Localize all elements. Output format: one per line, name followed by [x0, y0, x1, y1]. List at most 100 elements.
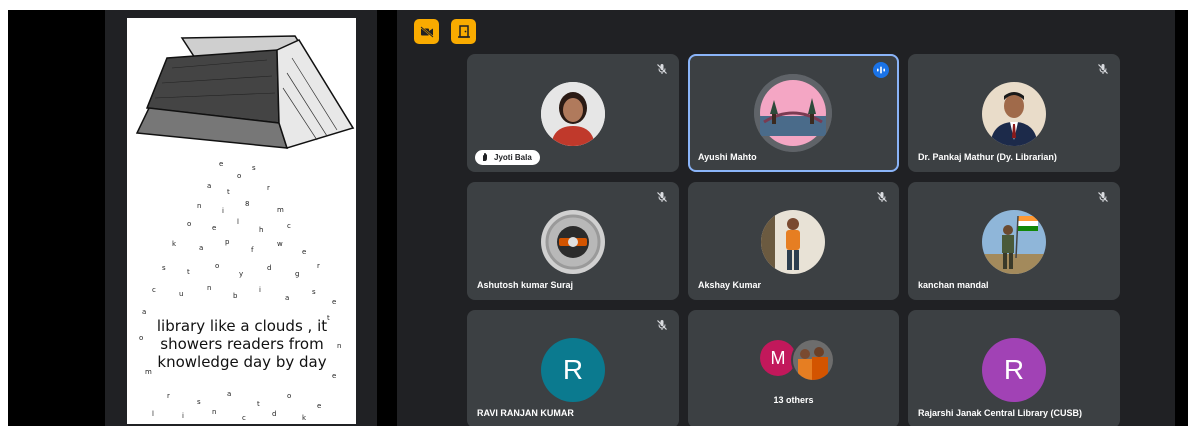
presentation-slide: eos atr ni8 moe lhc kap fwe sto ydg rcu … — [127, 18, 356, 424]
slide-caption-line: knowledge day by day — [157, 353, 327, 371]
photo-man-flag — [982, 210, 1046, 274]
svg-text:c: c — [242, 414, 246, 422]
svg-text:a: a — [285, 294, 289, 302]
svg-text:n: n — [197, 202, 201, 210]
participant-tile-jyoti-bala[interactable]: Jyoti Bala — [467, 54, 679, 172]
svg-text:a: a — [142, 308, 146, 316]
divider — [377, 10, 397, 426]
avatar: R — [982, 338, 1046, 402]
participant-tile-pankaj-mathur[interactable]: Dr. Pankaj Mathur (Dy. Librarian) — [908, 54, 1120, 172]
svg-text:s: s — [252, 164, 256, 172]
avatar — [982, 210, 1046, 274]
photo-man-orange — [761, 210, 825, 274]
svg-text:s: s — [197, 398, 201, 406]
participant-name: Dr. Pankaj Mathur (Dy. Librarian) — [918, 152, 1057, 162]
door-exit-icon — [457, 25, 470, 38]
exit-button[interactable] — [451, 19, 476, 44]
svg-text:c: c — [152, 286, 156, 294]
svg-text:y: y — [239, 270, 243, 278]
svg-text:h: h — [259, 226, 263, 234]
participant-name: Ashutosh kumar Suraj — [477, 280, 574, 290]
svg-text:d: d — [272, 410, 276, 418]
camera-off-button[interactable] — [414, 19, 439, 44]
photo-woman — [541, 82, 605, 146]
svg-text:l: l — [237, 218, 239, 226]
mic-off-icon — [1098, 64, 1108, 74]
svg-text:u: u — [179, 290, 183, 298]
video-off-icon — [419, 25, 434, 38]
participant-name-pill: Jyoti Bala — [475, 150, 540, 165]
svg-text:i: i — [182, 412, 184, 420]
svg-text:a: a — [227, 390, 231, 398]
slide-caption-line: library like a clouds , it — [156, 317, 328, 335]
svg-text:e: e — [317, 402, 321, 410]
svg-text:o: o — [187, 220, 191, 228]
others-count: 13 others — [773, 395, 814, 405]
svg-text:d: d — [267, 264, 271, 272]
svg-text:e: e — [332, 372, 336, 380]
slide-caption-line: showers readers from — [160, 335, 324, 353]
svg-text:a: a — [199, 244, 203, 252]
svg-text:e: e — [212, 224, 216, 232]
participant-tile-rajarshi-janak-library[interactable]: R Rajarshi Janak Central Library (CUSB) — [908, 310, 1120, 426]
svg-text:k: k — [172, 240, 177, 248]
participant-name: RAVI RANJAN KUMAR — [477, 408, 574, 418]
participant-name: Ayushi Mahto — [698, 152, 757, 162]
svg-text:m: m — [277, 206, 284, 214]
svg-text:n: n — [212, 408, 216, 416]
svg-text:r: r — [167, 392, 170, 400]
svg-text:t: t — [257, 400, 260, 408]
svg-text:i: i — [259, 286, 261, 294]
svg-text:t: t — [227, 188, 230, 196]
participant-tile-ayushi-mahto[interactable]: Ayushi Mahto — [688, 54, 899, 172]
svg-text:b: b — [233, 292, 238, 300]
avatar — [982, 82, 1046, 146]
avatar — [541, 82, 605, 146]
avatar: R — [541, 338, 605, 402]
svg-text:r: r — [317, 262, 320, 270]
mic-off-icon — [877, 192, 887, 202]
avatar — [541, 210, 605, 274]
mic-off-icon — [657, 64, 667, 74]
svg-text:f: f — [251, 246, 254, 254]
svg-text:e: e — [302, 248, 306, 256]
slide-caption: library like a clouds , it showers reade… — [137, 317, 347, 371]
svg-text:o: o — [237, 172, 241, 180]
svg-text:l: l — [152, 410, 154, 418]
left-black-margin — [8, 10, 105, 426]
participant-name: Jyoti Bala — [494, 153, 532, 162]
raised-hand-icon — [483, 153, 487, 161]
svg-text:i: i — [222, 207, 224, 215]
svg-text:8: 8 — [245, 200, 249, 208]
photo-badge — [541, 210, 605, 274]
participant-name: kanchan mandal — [918, 280, 989, 290]
svg-text:e: e — [219, 160, 223, 168]
svg-text:a: a — [207, 182, 211, 190]
svg-text:p: p — [225, 238, 230, 246]
participant-name: Rajarshi Janak Central Library (CUSB) — [918, 408, 1083, 418]
avatar — [754, 74, 832, 152]
photo-man-suit — [982, 82, 1046, 146]
participant-tile-ravi-ranjan-kumar[interactable]: R RAVI RANJAN KUMAR — [467, 310, 679, 426]
participant-name: Akshay Kumar — [698, 280, 762, 290]
speaking-indicator-icon — [873, 62, 889, 78]
svg-text:g: g — [295, 270, 299, 278]
participant-tile-ashutosh-kumar-suraj[interactable]: Ashutosh kumar Suraj — [467, 182, 679, 300]
svg-text:r: r — [267, 184, 270, 192]
participant-tile-akshay-kumar[interactable]: Akshay Kumar — [688, 182, 899, 300]
svg-text:t: t — [187, 268, 190, 276]
svg-text:w: w — [277, 240, 283, 248]
mic-off-icon — [1098, 192, 1108, 202]
participant-tile-kanchan-mandal[interactable]: kanchan mandal — [908, 182, 1120, 300]
svg-text:s: s — [162, 264, 166, 272]
svg-text:n: n — [207, 284, 211, 292]
svg-text:o: o — [287, 392, 291, 400]
svg-text:e: e — [332, 298, 336, 306]
mic-off-icon — [657, 320, 667, 330]
avatar — [791, 338, 835, 382]
right-black-margin — [1175, 10, 1188, 426]
photo-group — [793, 340, 833, 380]
meeting-grid: Jyoti Bala Ayushi Mahto Dr. Pankaj Mathu… — [397, 10, 1175, 426]
svg-text:k: k — [302, 414, 307, 422]
participant-tile-others[interactable]: M 13 others — [688, 310, 899, 426]
